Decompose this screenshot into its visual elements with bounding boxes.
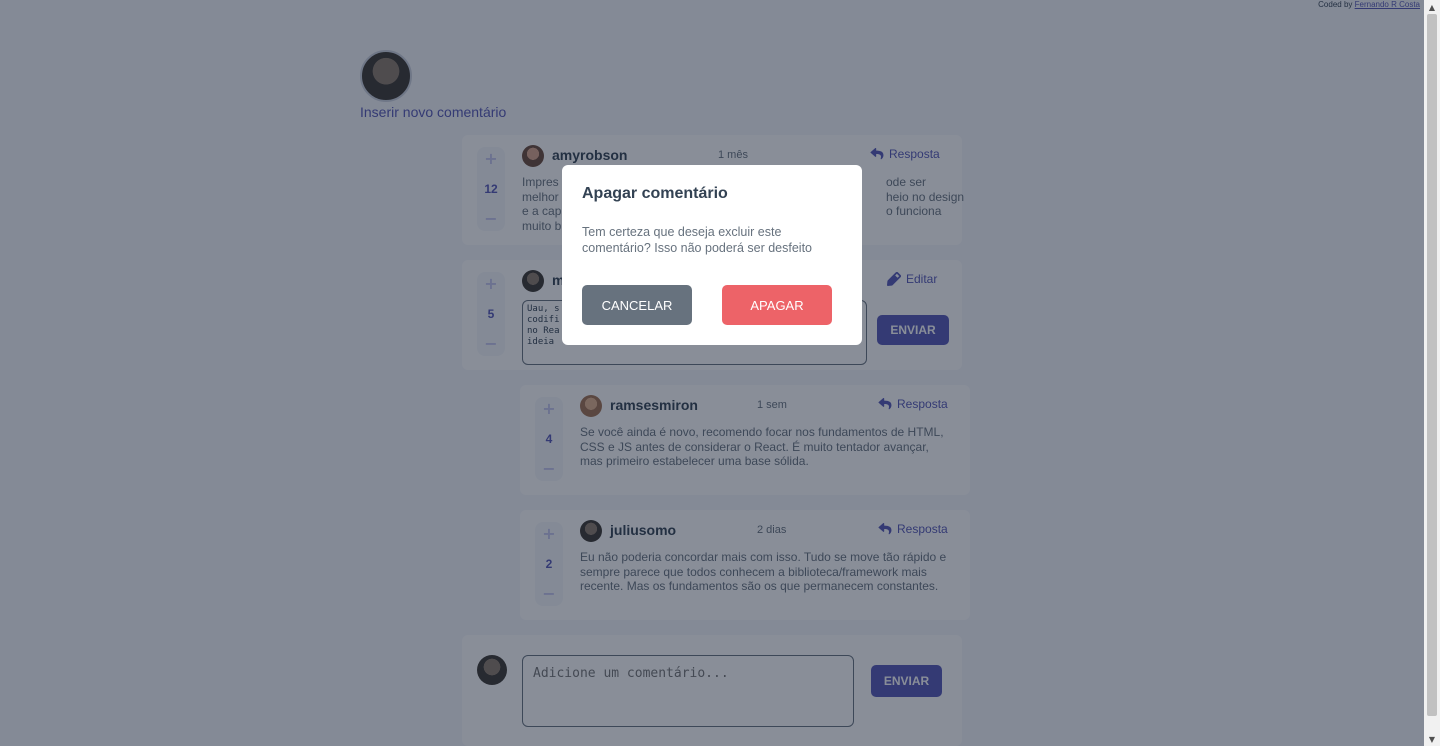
modal-overlay[interactable] — [0, 0, 1424, 746]
scroll-down-arrow-icon[interactable]: ▼ — [1427, 734, 1437, 744]
confirm-delete-button[interactable]: APAGAR — [722, 285, 832, 325]
scroll-thumb[interactable] — [1427, 14, 1437, 716]
modal-title: Apagar comentário — [582, 185, 728, 202]
cancel-button[interactable]: CANCELAR — [582, 285, 692, 325]
delete-modal: Apagar comentário Tem certeza que deseja… — [562, 165, 862, 345]
scroll-up-arrow-icon[interactable]: ▲ — [1427, 2, 1437, 12]
modal-text: Tem certeza que deseja excluir este come… — [582, 225, 812, 255]
scrollbar[interactable]: ▲ ▼ — [1424, 0, 1440, 746]
